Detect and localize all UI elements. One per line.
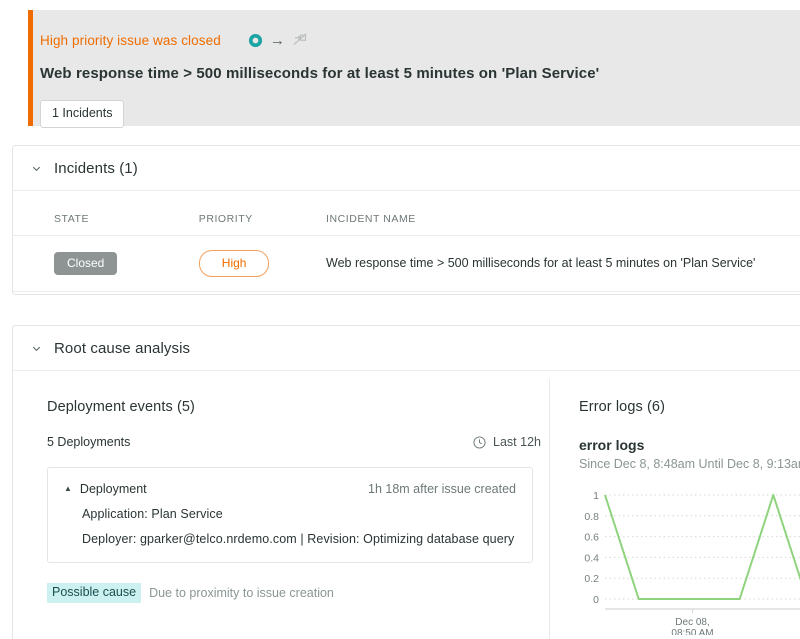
cell-state: Closed [13, 236, 199, 292]
column-header-incident-name[interactable]: INCIDENT NAME [326, 191, 800, 236]
time-range-label: Last 12h [493, 435, 541, 449]
error-logs-heading: Error logs (6) [579, 399, 800, 415]
svg-text:0.4: 0.4 [584, 552, 599, 564]
rca-body: Deployment events (5) 5 Deployments Last… [13, 371, 800, 639]
teal-donut-icon [248, 33, 263, 48]
deployment-events-heading: Deployment events (5) [47, 399, 529, 415]
deployment-label: Deployment [80, 482, 147, 496]
svg-text:0.8: 0.8 [584, 511, 599, 523]
incidents-section-title: Incidents (1) [54, 160, 138, 177]
possible-cause-reason: Due to proximity to issue creation [149, 586, 334, 600]
incident-name-link[interactable]: Web response time > 500 milliseconds for… [326, 256, 755, 270]
deployment-card-header: ▲ Deployment 1h 18m after issue created [64, 482, 516, 496]
chart-subtitle: Since Dec 8, 8:48am Until Dec 8, 9:13am [579, 457, 800, 471]
error-logs-chart[interactable]: 10.80.60.40.20Dec 08,08:50 AMDec 08,08:5… [579, 487, 800, 635]
incidents-count-button[interactable]: 1 Incidents [40, 100, 124, 128]
triangle-up-icon[interactable]: ▲ [64, 485, 72, 493]
deployment-meta-row: 5 Deployments Last 12h [47, 435, 541, 449]
deployment-label-wrap: ▲ Deployment [64, 482, 147, 496]
svg-text:Dec 08,: Dec 08, [675, 617, 709, 628]
priority-badge: High [199, 250, 270, 277]
svg-text:1: 1 [593, 490, 599, 502]
cell-incident-name: Web response time > 500 milliseconds for… [326, 236, 800, 292]
deployment-count-label: 5 Deployments [47, 435, 130, 449]
chevron-down-icon[interactable] [31, 343, 54, 354]
deployment-events-panel: Deployment events (5) 5 Deployments Last… [13, 371, 549, 639]
incidents-table: STATE PRIORITY INCIDENT NAME CREATED DUR… [13, 191, 800, 292]
cell-priority: High [199, 236, 326, 292]
table-header-row: STATE PRIORITY INCIDENT NAME CREATED DUR… [13, 191, 800, 236]
chart-title: error logs [579, 437, 800, 453]
svg-text:0.2: 0.2 [584, 573, 599, 585]
root-cause-analysis-section: Root cause analysis Deployment events (5… [12, 325, 800, 639]
deployment-relative-time: 1h 18m after issue created [368, 482, 516, 496]
rca-section-header[interactable]: Root cause analysis [13, 326, 800, 371]
issue-state-icons: → [248, 32, 308, 48]
banner-kicker-row: High priority issue was closed → [40, 32, 308, 48]
status-badge: Closed [54, 252, 117, 275]
chevron-down-icon[interactable] [31, 163, 54, 174]
page-root: High priority issue was closed → [0, 0, 800, 639]
time-range-picker[interactable]: Last 12h [473, 435, 541, 449]
arrow-right-icon: → [270, 33, 285, 48]
rca-section-title: Root cause analysis [54, 340, 190, 357]
deployment-deployer-revision: Deployer: gparker@telco.nrdemo.com | Rev… [82, 532, 516, 546]
column-header-priority[interactable]: PRIORITY [199, 191, 326, 236]
issue-closed-icon [292, 32, 308, 48]
clock-icon [473, 436, 493, 449]
issue-status-text: High priority issue was closed [40, 33, 221, 48]
svg-text:0.6: 0.6 [584, 532, 599, 544]
table-row[interactable]: Closed High Web response time > 500 mill… [13, 236, 800, 292]
svg-text:08:50 AM: 08:50 AM [671, 628, 713, 635]
error-logs-panel: Error logs (6) error logs Since Dec 8, 8… [550, 371, 800, 639]
possible-cause-tag: Possible cause [47, 583, 141, 603]
issue-banner: High priority issue was closed → [28, 10, 800, 126]
deployment-application: Application: Plan Service [82, 507, 516, 521]
error-logs-line-chart[interactable]: 10.80.60.40.20Dec 08,08:50 AMDec 08,08:5… [579, 487, 800, 635]
issue-title: Web response time > 500 milliseconds for… [40, 65, 599, 82]
incidents-section-header[interactable]: Incidents (1) [13, 146, 800, 191]
deployment-card[interactable]: ▲ Deployment 1h 18m after issue created … [47, 467, 533, 563]
incidents-section: Incidents (1) STATE PRIORITY INCIDENT NA… [12, 145, 800, 295]
possible-cause-row: Possible cause Due to proximity to issue… [47, 583, 529, 603]
svg-text:0: 0 [593, 594, 599, 606]
column-header-state[interactable]: STATE [13, 191, 199, 236]
